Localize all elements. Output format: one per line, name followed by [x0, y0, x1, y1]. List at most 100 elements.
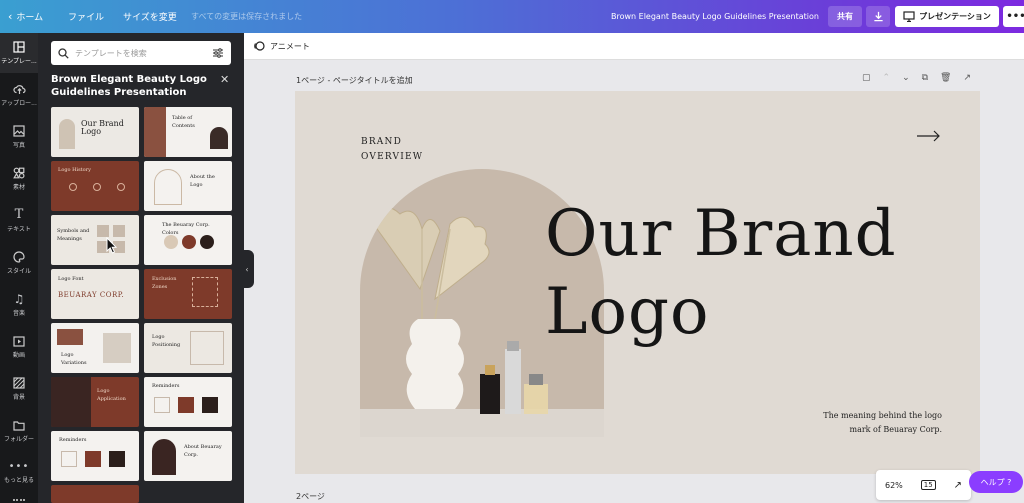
thumbnail-text: Our Brand Logo	[81, 119, 124, 136]
search-icon	[58, 47, 69, 59]
template-thumbnail[interactable]: Reminders	[51, 431, 139, 481]
layout-icon	[13, 41, 25, 53]
template-thumbnail[interactable]: Our Brand Logo	[51, 107, 139, 157]
elements-icon	[13, 167, 25, 179]
rail-label: 音楽	[12, 310, 25, 317]
caption-line-2: mark of Beuaray Corp.	[849, 425, 942, 434]
present-label: プレゼンテーション	[919, 12, 991, 21]
more-dots-icon: •••	[8, 461, 30, 472]
upload-cloud-icon	[12, 85, 26, 94]
template-thumbnail[interactable]: The Beuaray Corp. Colors	[144, 215, 232, 265]
present-button[interactable]: プレゼンテーション	[895, 6, 999, 27]
template-search	[51, 41, 231, 65]
brand-line-1: BRAND	[361, 137, 402, 147]
rail-label: テンプレー...	[1, 58, 37, 65]
home-button[interactable]: ‹ ホーム	[8, 0, 43, 33]
search-input[interactable]	[75, 48, 206, 58]
photo-icon	[13, 125, 25, 137]
thumbnail-text: Logo Application	[97, 388, 126, 402]
template-thumbnail[interactable]: Exclusion Zones	[144, 269, 232, 319]
template-thumbnail[interactable]: Symbols and Meanings	[51, 215, 139, 265]
editor-toolbar: アニメート	[244, 33, 1024, 60]
arrow-right-icon	[917, 130, 940, 142]
brand-line-2: OVERVIEW	[361, 152, 424, 162]
template-thumbnail[interactable]: About Beuaray Corp.	[144, 431, 232, 481]
title-line-2: Logo	[545, 275, 710, 349]
rail-item-music[interactable]: ♫ 音楽	[0, 285, 38, 325]
rail-label: フォルダー	[3, 435, 34, 443]
top-bar: ‹ ホーム ファイル サイズを変更 すべての変更は保存されました Brown E…	[0, 0, 1024, 33]
save-status: すべての変更は保存されました	[191, 12, 303, 21]
download-button[interactable]	[866, 6, 890, 27]
chevron-up-icon[interactable]: ⌃	[883, 73, 891, 83]
resize-menu[interactable]: サイズを変更	[123, 0, 177, 33]
rail-label: 写真	[12, 142, 25, 149]
document-title[interactable]: Brown Elegant Beauty Logo Guidelines Pre…	[611, 0, 819, 33]
slide-title[interactable]: Our Brand Logo	[545, 195, 897, 351]
page-2-label[interactable]: 2ページ	[296, 491, 325, 502]
rail-label: アップロー...	[1, 100, 37, 107]
template-thumbnail[interactable]: Logo Positioning	[144, 323, 232, 373]
template-thumbnail[interactable]: Logo Variations	[51, 323, 139, 373]
thumbnail-text: About Beuaray Corp.	[184, 444, 222, 458]
share-button[interactable]: 共有	[828, 6, 862, 27]
file-menu[interactable]: ファイル	[68, 0, 104, 33]
template-thumbnail[interactable]: Logo Application	[51, 377, 139, 427]
template-thumbnail[interactable]: Reminders	[144, 377, 232, 427]
trash-icon[interactable]: 🗑	[940, 73, 951, 83]
rail-label: 素材	[12, 184, 25, 191]
thumbnail-text: Logo Positioning	[152, 334, 181, 348]
page-title-input[interactable]: 1ページ - ページタイトルを追加	[296, 75, 413, 86]
add-page-icon[interactable]: ↗	[963, 73, 971, 83]
page-tools: ▢ ⌃ ⌄ ⧉ 🗑 ↗	[862, 73, 971, 83]
zoom-controls: 62% 15 ↗	[876, 470, 971, 500]
thumbnail-text: Table of Contents	[172, 115, 195, 129]
close-icon[interactable]: ✕	[220, 73, 229, 86]
rail-item-folders[interactable]: フォルダー	[0, 411, 38, 451]
template-thumbnail[interactable]: Table of Contents	[144, 107, 232, 157]
background-icon	[13, 377, 25, 389]
rail-item-uploads[interactable]: アップロー...	[0, 75, 38, 115]
slide-caption[interactable]: The meaning behind the logo mark of Beua…	[823, 409, 942, 437]
slide-canvas[interactable]: BRAND OVERVIEW Our Brand Logo The meanin…	[295, 91, 980, 474]
present-icon	[903, 11, 915, 22]
rail-item-templates[interactable]: テンプレー...	[0, 33, 38, 73]
rail-label: もっと見る	[3, 477, 34, 484]
rail-item-videos[interactable]: 動画	[0, 327, 38, 367]
download-icon	[873, 11, 883, 22]
rail-label: 動画	[12, 351, 25, 359]
page-count-button[interactable]: 15	[920, 480, 936, 490]
animate-button[interactable]: アニメート	[253, 40, 310, 52]
zoom-level[interactable]: 62%	[885, 481, 903, 490]
brand-overview-label[interactable]: BRAND OVERVIEW	[361, 135, 423, 165]
thumbnail-text: Reminders	[59, 437, 87, 443]
rail-label: スタイル	[6, 268, 31, 275]
rail-item-more[interactable]: ••• もっと見る	[0, 453, 38, 493]
palette-icon	[13, 251, 25, 263]
fullscreen-icon[interactable]: ↗	[954, 480, 962, 491]
thumbnail-text: Logo History	[58, 167, 91, 173]
home-label: ホーム	[16, 13, 44, 23]
filter-icon[interactable]	[212, 48, 224, 58]
rail-label: 背景	[12, 394, 25, 401]
more-options-button[interactable]: •••	[1003, 6, 1024, 27]
rail-item-styles[interactable]: スタイル	[0, 243, 38, 283]
template-thumbnail[interactable]: Logo Font BEUARAY CORP.	[51, 269, 139, 319]
template-thumbnail[interactable]: About the Logo	[144, 161, 232, 211]
rail-item-background[interactable]: 背景	[0, 369, 38, 409]
chevron-down-icon[interactable]: ⌄	[902, 73, 910, 83]
note-icon[interactable]: ▢	[862, 73, 871, 83]
rail-item-photos[interactable]: 写真	[0, 117, 38, 157]
template-thumbnail[interactable]: Logo History	[51, 161, 139, 211]
rail-item-elements[interactable]: 素材	[0, 159, 38, 199]
template-thumbnail[interactable]	[51, 485, 139, 503]
thumbnail-text: Reminders	[152, 383, 180, 389]
music-icon: ♫	[13, 292, 25, 306]
help-button[interactable]: ヘルプ ?	[969, 471, 1023, 493]
thumbnail-text: BEUARAY CORP.	[58, 291, 125, 299]
video-icon	[13, 335, 25, 347]
rail-item-text[interactable]: T テキスト	[0, 201, 38, 241]
duplicate-icon[interactable]: ⧉	[922, 73, 928, 83]
folder-icon	[13, 420, 25, 431]
mouse-cursor-icon	[106, 237, 118, 254]
